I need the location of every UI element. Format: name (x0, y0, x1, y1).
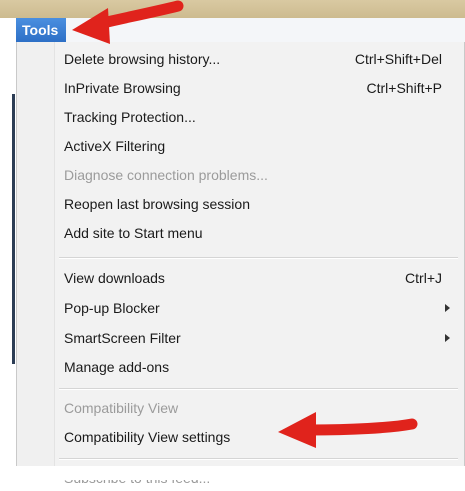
menu-item-label: SmartScreen Filter (64, 330, 181, 346)
menu-item-diagnose-connection: Diagnose connection problems... (64, 162, 452, 188)
menu-item-label: View downloads (64, 270, 165, 286)
menu-item-label: Reopen last browsing session (64, 196, 250, 212)
menu-item-label: Compatibility View settings (64, 429, 231, 445)
menu-separator (59, 257, 458, 259)
menu-item-tracking-protection[interactable]: Tracking Protection... (64, 104, 452, 130)
menu-item-activex-filtering[interactable]: ActiveX Filtering (64, 133, 452, 159)
menu-item-label: Manage add-ons (64, 359, 170, 375)
menu-item-label: Diagnose connection problems... (64, 167, 268, 183)
tools-menu-tab[interactable]: Tools (16, 18, 66, 42)
menu-item-manage-addons[interactable]: Manage add-ons (64, 354, 452, 380)
page-left-edge (0, 42, 16, 480)
menu-item-label: Pop-up Blocker (64, 300, 160, 316)
menu-item-shortcut: Ctrl+Shift+Del (354, 51, 442, 67)
menu-item-view-downloads[interactable]: View downloads Ctrl+J (64, 265, 452, 291)
submenu-arrow-icon (445, 334, 450, 342)
menu-item-inprivate-browsing[interactable]: InPrivate Browsing Ctrl+Shift+P (64, 75, 452, 101)
annotation-arrow-icon (72, 0, 184, 44)
menu-item-reopen-last-session[interactable]: Reopen last browsing session (64, 191, 452, 217)
menu-item-label: Add site to Start menu (64, 225, 203, 241)
page-edge-bar (12, 94, 15, 364)
menu-item-label: ActiveX Filtering (64, 138, 166, 154)
menu-icon-gutter (17, 42, 55, 479)
crop-edge (0, 466, 465, 480)
menu-item-smartscreen-filter[interactable]: SmartScreen Filter (64, 325, 452, 351)
menu-item-shortcut: Ctrl+Shift+P (366, 80, 442, 96)
menu-item-shortcut: Ctrl+J (405, 270, 442, 286)
menu-item-label: Tracking Protection... (64, 109, 196, 125)
submenu-arrow-icon (445, 304, 450, 312)
menu-item-label: InPrivate Browsing (64, 80, 181, 96)
menu-item-label: Compatibility View (64, 400, 179, 416)
annotation-arrow-icon (278, 412, 418, 448)
menu-separator (59, 388, 458, 390)
menu-item-popup-blocker[interactable]: Pop-up Blocker (64, 295, 452, 321)
menu-item-add-site-start-menu[interactable]: Add site to Start menu (64, 220, 452, 246)
menu-item-label: Delete browsing history... (64, 51, 221, 67)
menu-separator (59, 458, 458, 460)
